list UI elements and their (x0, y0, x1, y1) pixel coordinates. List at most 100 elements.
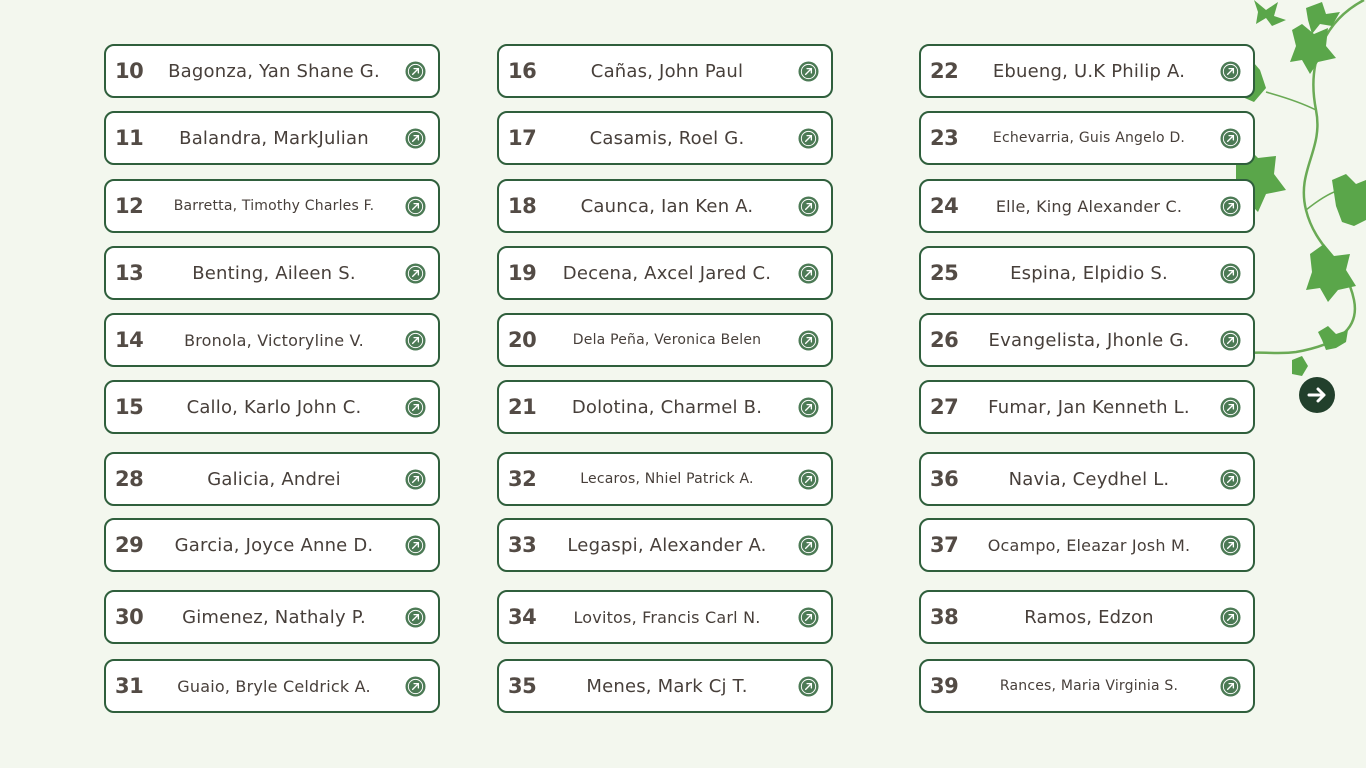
student-number: 27 (930, 395, 959, 419)
arrow-up-right-circle-icon[interactable] (798, 195, 819, 217)
student-card[interactable]: 15 Callo, Karlo John C. (104, 380, 440, 434)
student-card[interactable]: 25 Espina, Elpidio S. (919, 246, 1255, 300)
arrow-up-right-circle-icon[interactable] (798, 262, 819, 284)
student-number: 17 (508, 126, 537, 150)
arrow-up-right-circle-icon[interactable] (1220, 396, 1241, 418)
student-name: Dolotina, Charmel B. (571, 396, 763, 418)
arrow-up-right-circle-icon[interactable] (1220, 195, 1241, 217)
arrow-up-right-circle-icon[interactable] (405, 606, 426, 628)
arrow-up-right-circle-icon[interactable] (405, 195, 426, 217)
arrow-up-right-circle-icon[interactable] (1220, 262, 1241, 284)
student-card[interactable]: 33 Legaspi, Alexander A. (497, 518, 833, 572)
student-card[interactable]: 20 Dela Peña, Veronica Belen (497, 313, 833, 367)
arrow-right-circle-icon (1307, 387, 1326, 403)
student-number: 31 (115, 674, 144, 698)
arrow-up-right-circle-icon[interactable] (798, 396, 819, 418)
student-number: 14 (115, 328, 144, 352)
student-name: Gimenez, Nathaly P. (182, 606, 366, 628)
student-name: Espina, Elpidio S. (1010, 262, 1168, 284)
student-number: 38 (930, 605, 959, 629)
student-card[interactable]: 28 Galicia, Andrei (104, 452, 440, 506)
next-slide-button[interactable] (1299, 377, 1335, 413)
student-name: Echevarria, Guis Angelo D. (992, 130, 1186, 146)
student-number: 21 (508, 395, 537, 419)
student-card[interactable]: 22 Ebueng, U.K Philip A. (919, 44, 1255, 98)
student-card[interactable]: 32 Lecaros, Nhiel Patrick A. (497, 452, 833, 506)
student-card[interactable]: 13 Benting, Aileen S. (104, 246, 440, 300)
student-number: 19 (508, 261, 537, 285)
arrow-up-right-circle-icon[interactable] (798, 675, 819, 697)
arrow-up-right-circle-icon[interactable] (405, 396, 426, 418)
student-name: Evangelista, Jhonle G. (988, 329, 1190, 351)
student-card[interactable]: 34 Lovitos, Francis Carl N. (497, 590, 833, 644)
student-card[interactable]: 27 Fumar, Jan Kenneth L. (919, 380, 1255, 434)
student-card[interactable]: 38 Ramos, Edzon (919, 590, 1255, 644)
student-number: 11 (115, 126, 144, 150)
student-card[interactable]: 30 Gimenez, Nathaly P. (104, 590, 440, 644)
student-name: Decena, Axcel Jared C. (562, 262, 772, 284)
student-card[interactable]: 16 Cañas, John Paul (497, 44, 833, 98)
student-card[interactable]: 31 Guaio, Bryle Celdrick A. (104, 659, 440, 713)
arrow-up-right-circle-icon[interactable] (1220, 534, 1241, 556)
arrow-up-right-circle-icon[interactable] (405, 127, 426, 149)
student-card[interactable]: 10 Bagonza, Yan Shane G. (104, 44, 440, 98)
arrow-up-right-circle-icon[interactable] (1220, 60, 1241, 82)
arrow-up-right-circle-icon[interactable] (405, 60, 426, 82)
arrow-up-right-circle-icon[interactable] (1220, 468, 1241, 490)
arrow-up-right-circle-icon[interactable] (798, 127, 819, 149)
arrow-up-right-circle-icon[interactable] (405, 534, 426, 556)
student-card[interactable]: 39 Rances, Maria Virginia S. (919, 659, 1255, 713)
arrow-up-right-circle-icon[interactable] (798, 329, 819, 351)
student-number: 15 (115, 395, 144, 419)
arrow-up-right-circle-icon[interactable] (1220, 606, 1241, 628)
student-number: 22 (930, 59, 959, 83)
student-number: 13 (115, 261, 144, 285)
student-number: 12 (115, 194, 144, 218)
student-card[interactable]: 24 Elle, King Alexander C. (919, 179, 1255, 233)
student-name: Lovitos, Francis Carl N. (573, 607, 761, 627)
student-card[interactable]: 23 Echevarria, Guis Angelo D. (919, 111, 1255, 165)
student-card[interactable]: 11 Balandra, MarkJulian (104, 111, 440, 165)
student-card[interactable]: 35 Menes, Mark Cj T. (497, 659, 833, 713)
student-card[interactable]: 26 Evangelista, Jhonle G. (919, 313, 1255, 367)
student-name: Dela Peña, Veronica Belen (572, 332, 762, 348)
student-name: Bronola, Victoryline V. (184, 330, 364, 350)
student-card[interactable]: 17 Casamis, Roel G. (497, 111, 833, 165)
student-name: Callo, Karlo John C. (186, 396, 362, 418)
student-card[interactable]: 29 Garcia, Joyce Anne D. (104, 518, 440, 572)
arrow-up-right-circle-icon[interactable] (798, 606, 819, 628)
student-card[interactable]: 36 Navia, Ceydhel L. (919, 452, 1255, 506)
student-name: Legaspi, Alexander A. (567, 534, 767, 556)
arrow-up-right-circle-icon[interactable] (798, 534, 819, 556)
arrow-up-right-circle-icon[interactable] (1220, 675, 1241, 697)
student-card[interactable]: 18 Caunca, Ian Ken A. (497, 179, 833, 233)
arrow-up-right-circle-icon[interactable] (405, 329, 426, 351)
student-card[interactable]: 37 Ocampo, Eleazar Josh M. (919, 518, 1255, 572)
student-number: 39 (930, 674, 959, 698)
student-number: 28 (115, 467, 144, 491)
arrow-up-right-circle-icon[interactable] (798, 468, 819, 490)
student-name: Galicia, Andrei (207, 468, 341, 490)
student-number: 10 (115, 59, 144, 83)
arrow-up-right-circle-icon[interactable] (1220, 329, 1241, 351)
student-card[interactable]: 12 Barretta, Timothy Charles F. (104, 179, 440, 233)
student-card[interactable]: 19 Decena, Axcel Jared C. (497, 246, 833, 300)
arrow-up-right-circle-icon[interactable] (798, 60, 819, 82)
student-number: 25 (930, 261, 959, 285)
slide: 10 Bagonza, Yan Shane G. 11 Balandra, MarkJ… (0, 0, 1366, 768)
arrow-up-right-circle-icon[interactable] (1220, 127, 1241, 149)
student-name: Barretta, Timothy Charles F. (173, 198, 375, 214)
student-name: Ocampo, Eleazar Josh M. (987, 535, 1191, 555)
arrow-up-right-circle-icon[interactable] (405, 675, 426, 697)
student-name: Benting, Aileen S. (192, 262, 356, 284)
student-number: 24 (930, 194, 959, 218)
arrow-up-right-circle-icon[interactable] (405, 468, 426, 490)
student-number: 16 (508, 59, 537, 83)
student-number: 36 (930, 467, 959, 491)
student-number: 37 (930, 533, 959, 557)
arrow-up-right-circle-icon[interactable] (405, 262, 426, 284)
student-name: Caunca, Ian Ken A. (580, 195, 754, 217)
student-card[interactable]: 21 Dolotina, Charmel B. (497, 380, 833, 434)
student-number: 30 (115, 605, 144, 629)
student-card[interactable]: 14 Bronola, Victoryline V. (104, 313, 440, 367)
